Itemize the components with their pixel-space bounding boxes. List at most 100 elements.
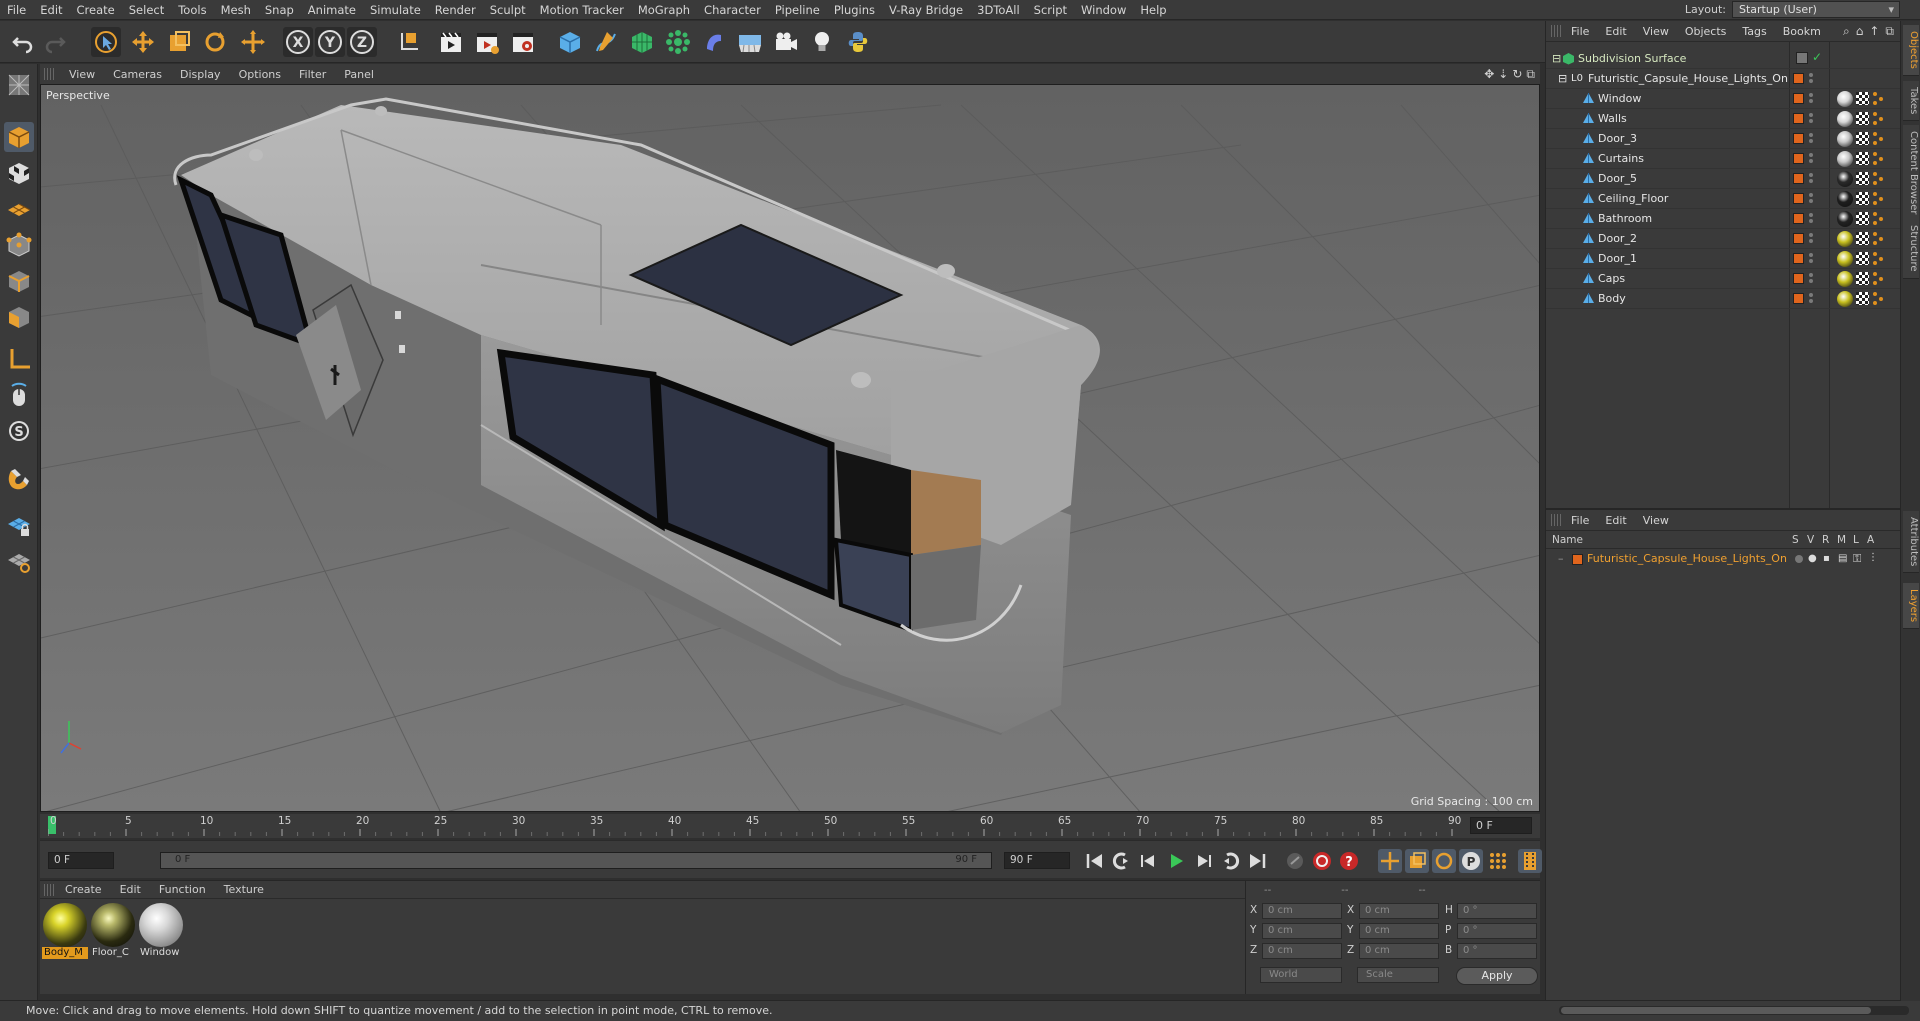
autokey-button[interactable] — [1310, 849, 1334, 873]
object-row-walls[interactable]: Walls — [1546, 109, 1901, 129]
render-toggle-icon[interactable]: ▪ — [1823, 553, 1830, 564]
deformer-button[interactable] — [699, 27, 729, 57]
cube-primitive-button[interactable] — [555, 27, 585, 57]
home-icon[interactable]: ⌂ — [1856, 24, 1864, 39]
lm-menu-file[interactable]: File — [1563, 514, 1597, 527]
menu-character[interactable]: Character — [697, 3, 768, 17]
viewport-menu-options[interactable]: Options — [230, 68, 290, 81]
phong-tag-icon[interactable] — [1873, 212, 1887, 226]
tab-objects[interactable]: Objects — [1903, 25, 1919, 76]
phong-tag-icon[interactable] — [1873, 112, 1887, 126]
layer-color-tag[interactable] — [1793, 253, 1804, 264]
render-view-button[interactable] — [436, 27, 466, 57]
3d-viewport[interactable]: Perspective Grid Spacing : 100 cm — [40, 84, 1540, 812]
workplane-mode-button[interactable] — [4, 194, 34, 224]
size-y-field[interactable]: 0 cm — [1359, 923, 1439, 939]
material-window[interactable]: Window — [138, 903, 184, 961]
col-solo[interactable]: S — [1792, 534, 1799, 546]
redo-button[interactable] — [40, 27, 70, 57]
menu-plugins[interactable]: Plugins — [827, 3, 882, 17]
layer-row[interactable]: – Futuristic_Capsule_House_Lights_On ● ▪… — [1546, 550, 1901, 568]
scale-tool-button[interactable] — [164, 27, 194, 57]
end-frame-field[interactable]: 90 F — [1004, 852, 1070, 869]
material-body[interactable]: Body_M — [42, 903, 88, 961]
goto-start-button[interactable] — [1083, 849, 1107, 873]
visibility-dots-icon[interactable] — [1808, 212, 1814, 225]
layer-color-tag[interactable] — [1793, 153, 1804, 164]
record-keys-button[interactable] — [1283, 849, 1307, 873]
floor-button[interactable] — [735, 27, 765, 57]
viewport-menu-display[interactable]: Display — [171, 68, 230, 81]
rotation-b-field[interactable]: 0 ° — [1457, 943, 1537, 959]
next-key-button[interactable] — [1218, 849, 1242, 873]
layer-color-tag[interactable] — [1793, 193, 1804, 204]
edge-mode-button[interactable] — [4, 266, 34, 296]
start-frame-field[interactable]: 0 F — [48, 852, 114, 869]
rotation-h-field[interactable]: 0 ° — [1457, 903, 1537, 919]
layer-color-tag[interactable] — [1793, 233, 1804, 244]
om-menu-edit[interactable]: Edit — [1597, 25, 1634, 38]
mat-menu-function[interactable]: Function — [150, 883, 215, 896]
subdivision-surface-button[interactable] — [627, 27, 657, 57]
material-tag-icon[interactable] — [1837, 291, 1853, 307]
uvw-tag-icon[interactable] — [1856, 132, 1869, 145]
material-tag-icon[interactable] — [1837, 111, 1853, 127]
mat-menu-edit[interactable]: Edit — [111, 883, 150, 896]
menu-tools[interactable]: Tools — [171, 3, 213, 17]
col-visible[interactable]: V — [1807, 534, 1814, 546]
transform-tool-button[interactable] — [238, 27, 268, 57]
layer-color-tag[interactable] — [1793, 93, 1804, 104]
layout-select[interactable]: Startup (User) — [1732, 1, 1900, 18]
play-button[interactable] — [1164, 849, 1188, 873]
y-axis-lock-button[interactable]: Y — [315, 27, 345, 57]
menu-snap[interactable]: Snap — [258, 3, 301, 17]
uvw-tag-icon[interactable] — [1856, 92, 1869, 105]
visibility-dots-icon[interactable] — [1808, 152, 1814, 165]
cloner-button[interactable] — [663, 27, 693, 57]
menu-sculpt[interactable]: Sculpt — [483, 3, 533, 17]
object-row-door-5[interactable]: Door_5 — [1546, 169, 1901, 189]
rotation-p-field[interactable]: 0 ° — [1457, 923, 1537, 939]
panel-grip[interactable] — [1551, 25, 1563, 37]
solo-toggle-icon[interactable] — [1795, 555, 1803, 563]
goto-end-button[interactable] — [1245, 849, 1269, 873]
menu-select[interactable]: Select — [122, 3, 171, 17]
tree-toggle-icon[interactable]: ⊟ — [1552, 52, 1561, 65]
object-row-door-3[interactable]: Door_3 — [1546, 129, 1901, 149]
next-frame-button[interactable] — [1191, 849, 1215, 873]
point-mode-button[interactable] — [4, 230, 34, 260]
viewport-menu-panel[interactable]: Panel — [335, 68, 383, 81]
menu-render[interactable]: Render — [428, 3, 483, 17]
key-param-button[interactable]: P — [1459, 849, 1483, 873]
visibility-dots-icon[interactable] — [1808, 92, 1814, 105]
menu-mesh[interactable]: Mesh — [214, 3, 258, 17]
material-tag-icon[interactable] — [1837, 151, 1853, 167]
render-settings-button[interactable] — [508, 27, 538, 57]
phong-tag-icon[interactable] — [1873, 232, 1887, 246]
timeline-ruler[interactable]: 0 5 10 15 20 25 30 35 40 45 50 55 60 65 … — [40, 814, 1540, 838]
lm-menu-view[interactable]: View — [1635, 514, 1677, 527]
menu-3dtoall[interactable]: 3DToAll — [970, 3, 1027, 17]
layer-color-swatch[interactable] — [1572, 554, 1583, 565]
maximize-icon[interactable]: ⧉ — [1526, 67, 1535, 82]
material-tag-icon[interactable] — [1837, 211, 1853, 227]
dolly-icon[interactable]: ⇣ — [1498, 67, 1508, 82]
z-axis-lock-button[interactable]: Z — [347, 27, 377, 57]
key-pla-button[interactable] — [1486, 849, 1510, 873]
visibility-dots-icon[interactable] — [1808, 252, 1814, 265]
orbit-icon[interactable]: ↻ — [1512, 67, 1522, 82]
menu-motion-tracker[interactable]: Motion Tracker — [533, 3, 631, 17]
visibility-dots-icon[interactable] — [1808, 132, 1814, 145]
tree-toggle-icon[interactable]: ⊟ — [1558, 72, 1567, 85]
lock-icon[interactable]: ⚿ — [1853, 552, 1861, 566]
undo-button[interactable] — [8, 27, 38, 57]
menu-edit[interactable]: Edit — [33, 3, 69, 17]
prev-frame-button[interactable] — [1137, 849, 1161, 873]
search-icon[interactable]: ⌕ — [1843, 24, 1850, 39]
menu-pipeline[interactable]: Pipeline — [768, 3, 827, 17]
editor-visibility-icon[interactable] — [1796, 52, 1808, 64]
material-tag-icon[interactable] — [1837, 191, 1853, 207]
om-menu-tags[interactable]: Tags — [1734, 25, 1774, 38]
apply-button[interactable]: Apply — [1456, 967, 1538, 985]
material-tag-icon[interactable] — [1837, 131, 1853, 147]
